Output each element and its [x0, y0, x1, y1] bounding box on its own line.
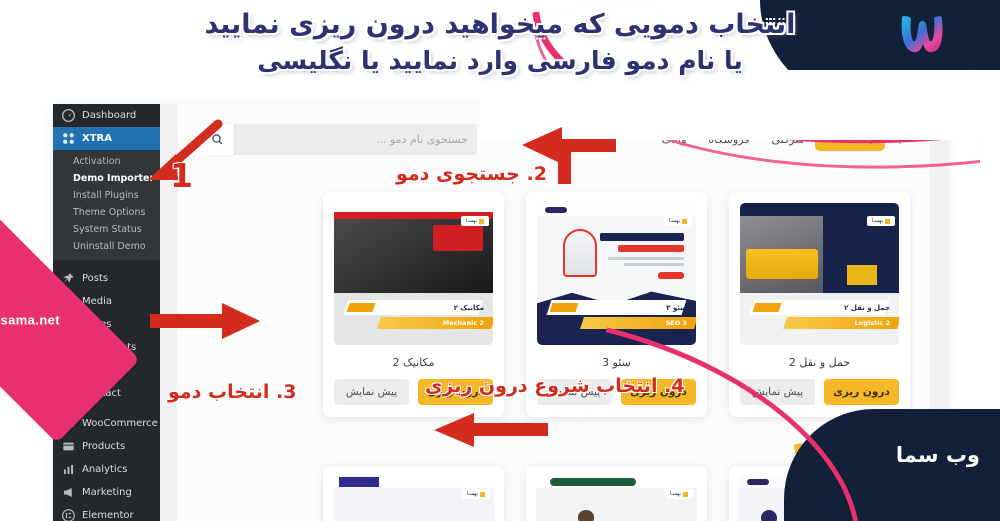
demo-card-title: مکانیک 2 — [392, 356, 435, 369]
thumb-nav-pill — [747, 479, 769, 485]
submenu-item-install-plugins[interactable]: Install Plugins — [53, 187, 160, 204]
demo-thumbnail[interactable]: بهسـا حمل و نقل ۲ Logistic 2 — [740, 203, 899, 345]
submenu-item-system-status[interactable]: System Status — [53, 221, 160, 238]
preview-button[interactable]: پیش نمایش — [740, 379, 815, 405]
sidebar-item-label: Elementor — [82, 510, 134, 521]
demo-card-actions: درون ریزی پیش نمایش — [740, 379, 899, 405]
brand-badge-label: وب سما — [895, 443, 980, 467]
headline-line-1: انتخاب دمویی که میخواهید درون ریزی نمایی… — [204, 9, 796, 40]
sidebar-divider — [53, 260, 160, 267]
thumb-heading-2 — [618, 245, 684, 252]
thumb-label-fa: سئو ۳ — [666, 304, 687, 312]
demo-card-logistic-2[interactable]: بهسـا حمل و نقل ۲ Logistic 2 حمل و نقل 2… — [729, 192, 910, 417]
screenshot-stage: Dashboard XTRA Activation Demo Importer … — [0, 0, 1000, 521]
demo-card-title: حمل و نقل 2 — [788, 356, 851, 369]
sidebar-item-elementor[interactable]: Elementor — [53, 504, 160, 521]
headline-line-2: یا نام دمو فارسی وارد نمایید یا نگلیسی — [257, 46, 743, 75]
sidebar-item-analytics[interactable]: Analytics — [53, 458, 160, 481]
submenu-item-theme-options[interactable]: Theme Options — [53, 204, 160, 221]
demo-thumbnail[interactable]: بهسـا — [333, 476, 494, 521]
thumb-cta — [658, 272, 684, 279]
thumb-topbar — [334, 203, 493, 212]
sidebar-item-posts[interactable]: Posts — [53, 267, 160, 290]
search-input[interactable]: جستجوی نام دمو ... — [209, 133, 468, 146]
annotation-arrow-3 — [150, 303, 260, 339]
analytics-icon — [62, 463, 75, 476]
sidebar-item-products[interactable]: Products — [53, 435, 160, 458]
demo-thumbnail[interactable]: بهسـا سئو ۳ SEO 3 — [537, 203, 696, 345]
sidebar-item-marketing[interactable]: Marketing — [53, 481, 160, 504]
demo-card-row2-2[interactable]: بهسـا — [526, 466, 707, 521]
dashboard-icon — [62, 109, 75, 122]
thumb-avatar — [578, 510, 594, 521]
thumb-logo-badge: بهسـا — [664, 489, 693, 499]
demo-thumbnail[interactable]: بهسـا — [536, 476, 697, 521]
thumb-yellow-bar-2 — [346, 303, 376, 312]
thumb-nav-purple — [339, 477, 379, 487]
thumb-label-en: SEO 3 — [665, 319, 687, 327]
preview-button[interactable]: پیش نمایش — [334, 379, 409, 405]
products-icon — [62, 440, 75, 453]
thumb-heading-1 — [600, 233, 684, 241]
left-watermark-label: websama.net — [0, 312, 61, 328]
headline-block: انتخاب دمویی که میخواهید درون ریزی نمایی… — [0, 8, 1000, 77]
elementor-icon — [62, 509, 75, 521]
thumb-truck — [746, 249, 818, 279]
demo-card-title: سئو 3 — [602, 356, 631, 369]
sidebar-item-label: Products — [82, 441, 126, 452]
submenu-item-uninstall-demo[interactable]: Uninstall Demo — [53, 238, 160, 255]
annotation-number-1: 1 — [170, 156, 193, 195]
thumb-yellow-bar-2 — [549, 303, 579, 312]
thumb-cta — [847, 265, 877, 285]
thumb-logo-badge: بهسـا — [460, 216, 489, 226]
thumb-logo-badge: بهسـا — [866, 216, 895, 226]
xtra-icon — [62, 132, 75, 145]
demo-search-box[interactable]: جستجوی نام دمو ... — [200, 123, 477, 155]
thumb-rocket — [563, 229, 597, 277]
sidebar-item-label: Dashboard — [82, 110, 137, 121]
thumb-logo-badge: بهسـا — [663, 216, 692, 226]
sidebar-item-label: Marketing — [82, 487, 132, 498]
marketing-icon — [62, 486, 75, 499]
thumb-label-en: Logistic 2 — [854, 319, 890, 327]
annotation-label-3: 3. انتخاب دمو — [168, 381, 297, 403]
thumb-headline-box — [433, 225, 483, 251]
thumb-nav-green — [550, 478, 636, 486]
thumb-nav-pill — [545, 207, 567, 213]
import-button[interactable]: درون ریزی — [824, 379, 899, 405]
thumb-navbar — [740, 203, 899, 216]
demo-card-row2-3[interactable]: بهسـا — [323, 466, 504, 521]
annotation-label-4: 4. انتخاب شروع درون ریزی — [425, 375, 685, 397]
sidebar-item-label: Posts — [82, 273, 109, 284]
thumb-yellow-bar-2 — [752, 303, 782, 312]
thumb-label-en: Mechanic 2 — [442, 319, 484, 327]
sidebar-item-label: WooCommerce — [82, 418, 158, 429]
demo-thumbnail[interactable]: بهسـا مکانیک ۲ Mechanic 2 — [334, 203, 493, 345]
annotation-label-2: 2. جستجوی دمو — [396, 163, 547, 185]
sidebar-item-label: XTRA — [82, 133, 112, 144]
thumb-label-fa: حمل و نقل ۲ — [844, 304, 890, 312]
thumb-text-2 — [624, 263, 684, 266]
thumb-label-fa: مکانیک ۲ — [453, 304, 484, 312]
thumb-logo-badge: بهسـا — [461, 489, 490, 499]
thumb-avatar — [761, 510, 777, 521]
sidebar-item-label: Analytics — [82, 464, 128, 475]
thumb-text-1 — [608, 257, 684, 260]
annotation-arrow-4 — [434, 413, 548, 447]
